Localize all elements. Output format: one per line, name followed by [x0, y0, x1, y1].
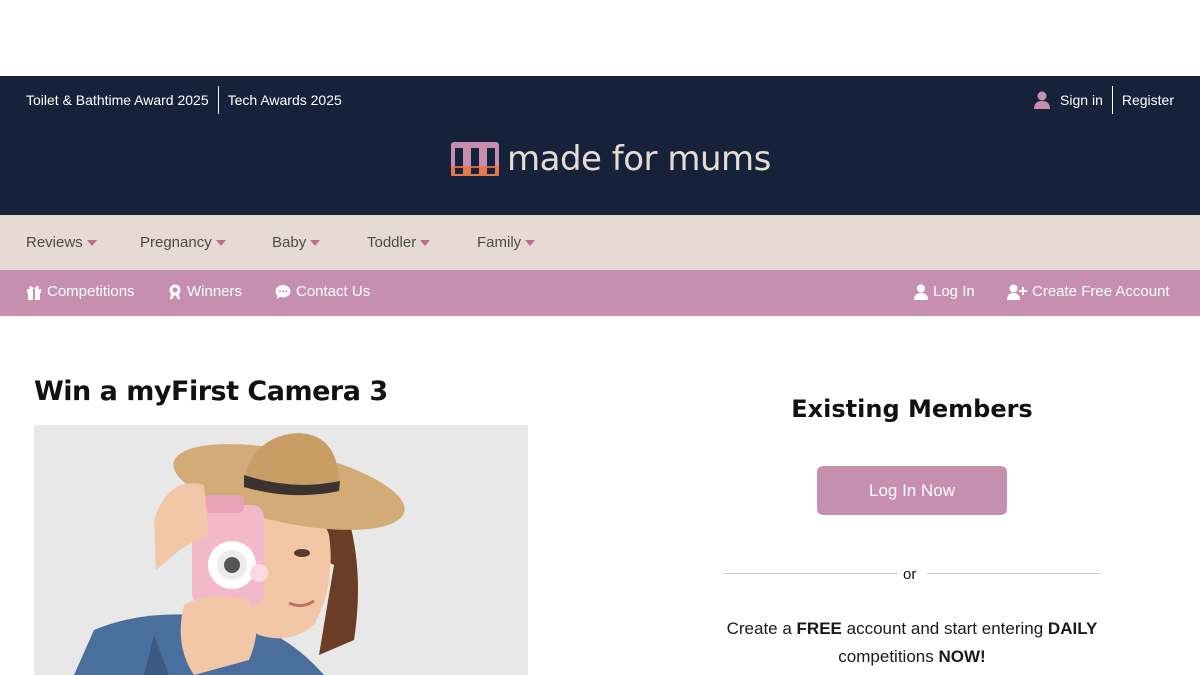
- nav-item-family[interactable]: Family: [477, 234, 536, 251]
- divider-right: [927, 573, 1101, 574]
- promo-text: account and start entering: [841, 619, 1048, 638]
- chevron-down-icon: [215, 240, 226, 246]
- logo-m-icon: [451, 142, 499, 176]
- divider-left: [723, 573, 898, 574]
- nav-item-label: Baby: [272, 234, 307, 251]
- main-navigation: Reviews Pregnancy Baby Toddler Family: [0, 215, 1200, 270]
- promo-text: Create a: [726, 619, 797, 638]
- page-title: Win a myFirst Camera 3: [34, 376, 388, 407]
- nav-item-label: Family: [477, 234, 522, 251]
- contact-us-label: Contact Us: [296, 283, 371, 300]
- site-header: Toilet & Bathtime Award 2025 Tech Awards…: [0, 76, 1200, 215]
- promo-emphasis: FREE: [796, 619, 842, 638]
- nav-item-baby[interactable]: Baby: [272, 234, 321, 251]
- promo-text: competitions: [838, 647, 939, 666]
- nav-item-reviews[interactable]: Reviews: [26, 234, 97, 251]
- gift-icon: [27, 285, 41, 300]
- log-in-label: Log In: [933, 283, 975, 300]
- logo-text: made for mums: [507, 139, 771, 179]
- user-icon: [1034, 91, 1051, 109]
- chevron-down-icon: [86, 240, 97, 246]
- divider: [1111, 86, 1113, 114]
- nav-item-toddler[interactable]: Toddler: [367, 234, 431, 251]
- award-links: Toilet & Bathtime Award 2025 Tech Awards…: [26, 86, 342, 114]
- account-links: Sign in Register: [1034, 86, 1174, 114]
- nav-item-label: Toddler: [367, 234, 417, 251]
- promo-emphasis: DAILY: [1047, 619, 1098, 638]
- or-separator: or: [903, 566, 917, 583]
- sign-in-link[interactable]: Sign in: [1034, 91, 1103, 109]
- nav-item-label: Reviews: [26, 234, 83, 251]
- nav-item-label: Pregnancy: [140, 234, 212, 251]
- contact-us-link[interactable]: Contact Us: [275, 283, 370, 300]
- promo-emphasis: NOW!: [938, 647, 986, 666]
- competitions-label: Competitions: [47, 283, 135, 300]
- divider: [217, 86, 219, 114]
- winners-link[interactable]: Winners: [168, 283, 242, 300]
- chevron-down-icon: [525, 240, 536, 246]
- existing-members-heading: Existing Members: [791, 395, 1033, 423]
- register-link[interactable]: Register: [1122, 92, 1174, 108]
- child-with-camera-illustration: [34, 425, 528, 675]
- nav-item-pregnancy[interactable]: Pregnancy: [140, 234, 226, 251]
- log-in-link[interactable]: Log In: [914, 283, 975, 300]
- create-account-link[interactable]: Create Free Account: [1007, 283, 1170, 300]
- site-logo[interactable]: made for mums: [451, 139, 771, 179]
- winners-label: Winners: [187, 283, 243, 300]
- create-account-promo: Create a FREE account and start entering…: [712, 615, 1112, 671]
- chevron-down-icon: [310, 240, 321, 246]
- user-plus-icon: [1007, 284, 1027, 300]
- create-account-label: Create Free Account: [1032, 283, 1170, 300]
- competitions-link[interactable]: Competitions: [26, 283, 135, 300]
- hero-image: [34, 425, 528, 675]
- toilet-bathtime-award-link[interactable]: Toilet & Bathtime Award 2025: [26, 92, 209, 108]
- chevron-down-icon: [420, 240, 431, 246]
- competitions-subnav: Competitions Winners Contact Us Log In C…: [0, 270, 1200, 316]
- sign-in-label: Sign in: [1060, 92, 1103, 108]
- log-in-now-button[interactable]: Log In Now: [817, 466, 1007, 515]
- chat-bubble-icon: [275, 284, 291, 299]
- tech-awards-link[interactable]: Tech Awards 2025: [228, 92, 342, 108]
- user-icon: [914, 284, 928, 300]
- award-ribbon-icon: [169, 284, 181, 300]
